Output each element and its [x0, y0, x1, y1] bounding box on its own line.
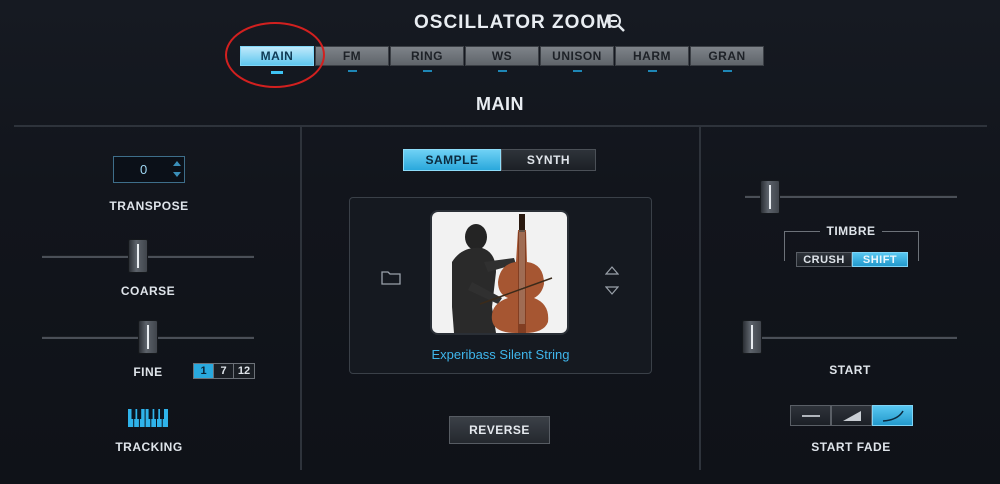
fine-step-1[interactable]: 1 [194, 364, 214, 378]
previous-sample-icon[interactable] [604, 262, 620, 275]
panel-title: OSCILLATOR ZOOM [414, 12, 614, 33]
tab-indicator-unison [573, 70, 582, 72]
coarse-slider-handle[interactable] [128, 239, 148, 273]
section-title: MAIN [476, 94, 524, 114]
fine-slider-handle[interactable] [138, 320, 158, 354]
tab-ring[interactable]: RING [390, 46, 464, 66]
reverse-button[interactable]: REVERSE [449, 416, 550, 444]
start-fade-label: START FADE [811, 440, 891, 454]
tab-indicator-gran [723, 70, 732, 72]
transpose-value: 0 [140, 162, 148, 177]
tab-fm[interactable]: FM [315, 46, 389, 66]
timbre-mode-switch: CRUSH SHIFT [796, 252, 908, 267]
coarse-slider-track[interactable] [42, 255, 254, 258]
flat-fade-icon[interactable] [790, 405, 831, 426]
folder-icon[interactable] [381, 269, 401, 285]
tab-gran[interactable]: GRAN [690, 46, 764, 66]
fine-step-7[interactable]: 7 [214, 364, 234, 378]
transpose-spinbox[interactable]: 0 [113, 156, 185, 183]
header-divider [14, 125, 987, 127]
start-label: START [829, 363, 871, 377]
left-divider [300, 126, 302, 470]
highlight-circle [225, 22, 325, 88]
coarse-label: COARSE [120, 284, 176, 298]
sample-image [430, 210, 569, 335]
tab-indicator-ws [498, 70, 507, 72]
start-slider-track[interactable] [745, 336, 957, 339]
piano-keys-icon[interactable] [128, 409, 168, 427]
crush-button[interactable]: CRUSH [796, 252, 852, 267]
tracking-label: TRACKING [115, 440, 183, 454]
next-sample-icon[interactable] [604, 283, 620, 295]
right-divider [699, 126, 701, 470]
linear-fade-icon[interactable] [831, 405, 872, 426]
oscillator-zoom-panel: OSCILLATOR ZOOM MAIN FM RING WS UNISON H… [0, 0, 1000, 484]
sample-mode-button[interactable]: SAMPLE [403, 149, 501, 171]
curved-fade-icon[interactable] [872, 405, 913, 426]
start-fade-selector [790, 405, 913, 426]
tab-ws[interactable]: WS [465, 46, 539, 66]
spin-down-icon[interactable] [173, 172, 181, 177]
timbre-slider-handle[interactable] [760, 180, 780, 214]
fine-step-12[interactable]: 12 [234, 364, 254, 378]
timbre-label: TIMBRE [820, 224, 882, 238]
synth-mode-button[interactable]: SYNTH [501, 149, 596, 171]
transpose-label: TRANSPOSE [109, 199, 189, 213]
sample-name[interactable]: Experibass Silent String [349, 347, 652, 362]
tab-unison[interactable]: UNISON [540, 46, 614, 66]
tab-indicator-ring [423, 70, 432, 72]
fine-step-selector: 1 7 12 [193, 363, 255, 379]
tab-harm[interactable]: HARM [615, 46, 689, 66]
spin-up-icon[interactable] [173, 161, 181, 166]
start-slider-handle[interactable] [742, 320, 762, 354]
fine-label: FINE [133, 365, 163, 379]
tab-indicator-fm [348, 70, 357, 72]
tab-indicator-harm [648, 70, 657, 72]
shift-button[interactable]: SHIFT [852, 252, 908, 267]
mode-switch: SAMPLE SYNTH [403, 149, 596, 171]
zoom-out-icon[interactable] [606, 13, 626, 33]
